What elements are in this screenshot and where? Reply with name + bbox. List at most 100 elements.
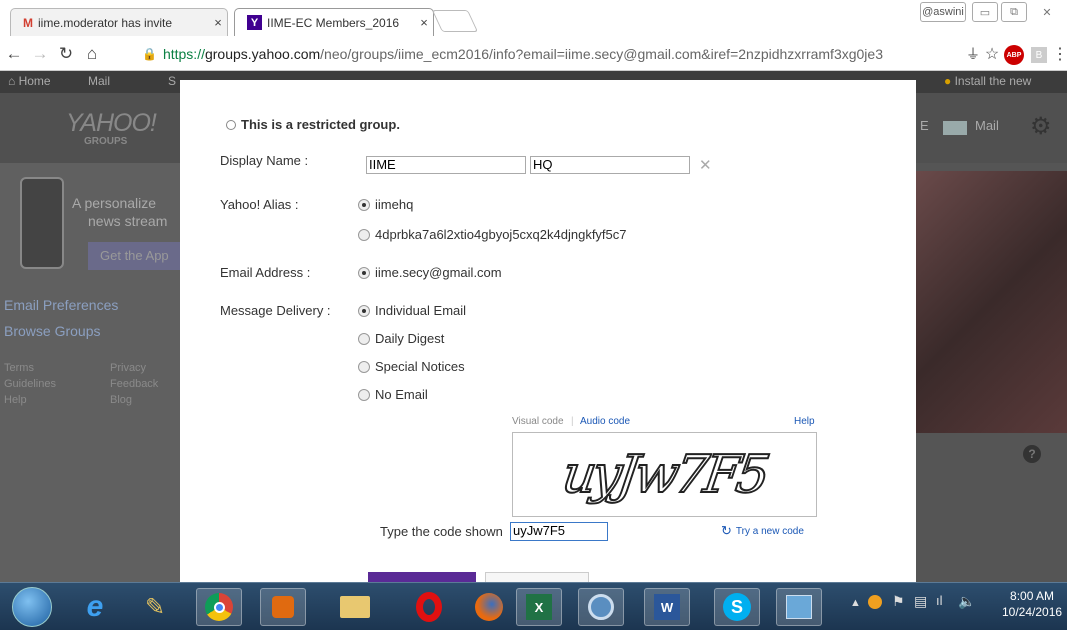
mail-icon[interactable] — [943, 121, 967, 135]
footer-feedback[interactable]: Feedback — [110, 376, 158, 392]
clock-date: 10/24/2016 — [1002, 605, 1063, 619]
captcha-input[interactable]: uyJw7F5 — [510, 522, 608, 541]
radio-icon — [358, 332, 370, 345]
minimize-icon[interactable]: ▭ — [972, 2, 998, 22]
left-sidebar: A personalize news stream Get the App Em… — [0, 163, 180, 583]
restricted-text: This is a restricted group. — [241, 117, 400, 132]
type-code-label: Type the code shown — [380, 524, 503, 539]
alias-option-label: 4dprbka7a6l2xtio4gbyoj5cxq2k4djngkfyf5c7 — [375, 227, 627, 242]
captcha-help-link[interactable]: Help — [794, 416, 815, 427]
opera-icon[interactable] — [406, 588, 452, 626]
gmail-icon: M — [23, 15, 33, 30]
email-option[interactable]: iime.secy@gmail.com — [358, 265, 502, 280]
clear-name-icon[interactable]: ✕ — [699, 156, 712, 174]
url-bar[interactable]: 🔒 https://groups.yahoo.com/neo/groups/ii… — [142, 42, 954, 66]
visual-code-tab[interactable]: Visual code — [512, 416, 564, 427]
delivery-none[interactable]: No Email — [358, 387, 428, 402]
footer-help[interactable]: Help — [4, 392, 56, 408]
clock[interactable]: 8:00 AM 10/24/2016 — [1002, 588, 1062, 620]
adblock-icon[interactable]: ABP — [1004, 45, 1024, 65]
signal-icon[interactable]: ıl — [936, 593, 943, 608]
start-button[interactable] — [12, 587, 52, 627]
alias-option-1[interactable]: iimehq — [358, 197, 413, 212]
chrome-2-icon[interactable] — [578, 588, 624, 626]
nav-s[interactable]: S — [168, 74, 176, 88]
media-player-icon[interactable] — [260, 588, 306, 626]
footer-terms[interactable]: Terms — [4, 360, 56, 376]
nav-home[interactable]: ⌂ Home — [8, 74, 51, 88]
delivery-special[interactable]: Special Notices — [358, 359, 465, 374]
tab-gmail[interactable]: M iime.moderator has invite × — [10, 8, 228, 36]
firefox-icon[interactable] — [466, 588, 512, 626]
close-tab-icon[interactable]: × — [415, 15, 433, 30]
close-window-icon[interactable]: ✕ — [1032, 2, 1062, 22]
browser-tab-bar: M iime.moderator has invite × Y IIME-EC … — [0, 0, 1067, 36]
header-mail[interactable]: Mail — [975, 118, 999, 133]
radio-selected-icon — [358, 304, 370, 317]
tray-app-icon[interactable] — [868, 595, 882, 609]
footer-privacy[interactable]: Privacy — [110, 360, 158, 376]
delivery-digest[interactable]: Daily Digest — [358, 331, 444, 346]
action-center-icon[interactable]: ⚑ — [892, 593, 905, 610]
new-tab-button[interactable] — [431, 10, 479, 32]
alias-option-2[interactable]: 4dprbka7a6l2xtio4gbyoj5cxq2k4djngkfyf5c7 — [358, 227, 627, 242]
show-hidden-icons[interactable]: ▲ — [850, 597, 861, 609]
join-group-dialog: This is a restricted group. Display Name… — [180, 80, 916, 602]
restore-icon[interactable]: ⧉ — [1001, 2, 1027, 22]
try-new-code[interactable]: ↻ Try a new code — [721, 523, 804, 539]
paint-icon[interactable]: ✎ — [132, 588, 178, 626]
tab-title: iime.moderator has invite — [38, 15, 173, 30]
cover-photo — [916, 171, 1067, 433]
radio-icon — [358, 228, 370, 241]
browse-groups-link[interactable]: Browse Groups — [4, 323, 100, 339]
delivery-individual[interactable]: Individual Email — [358, 303, 466, 318]
nav-install[interactable]: ● Install the new — [944, 74, 1031, 88]
network-icon[interactable]: ▤ — [914, 593, 927, 610]
refresh-icon: ↻ — [721, 523, 732, 538]
volume-icon[interactable]: 🔈 — [958, 593, 975, 610]
gear-icon[interactable]: ⚙ — [1030, 112, 1052, 141]
url-scheme: https:// — [162, 46, 205, 62]
footer-links-left: Terms Guidelines Help — [4, 360, 56, 408]
email-prefs-link[interactable]: Email Preferences — [4, 297, 118, 313]
internet-explorer-icon[interactable]: e — [72, 588, 118, 626]
chrome-icon[interactable] — [196, 588, 242, 626]
tab-yahoo-groups[interactable]: Y IIME-EC Members_2016 × — [234, 8, 434, 36]
right-panel: ? — [916, 163, 1067, 583]
url-host: groups.yahoo.com — [204, 46, 321, 62]
menu-icon[interactable]: ⋮ — [1050, 44, 1067, 64]
captcha-text: uyJw7F5 — [558, 444, 771, 506]
skype-icon[interactable]: S — [714, 588, 760, 626]
word-icon[interactable]: W — [644, 588, 690, 626]
footer-links-right: Privacy Feedback Blog — [110, 360, 158, 408]
footer-blog[interactable]: Blog — [110, 392, 158, 408]
reload-icon[interactable]: ↻ — [56, 44, 76, 64]
first-name-input[interactable]: IIME — [366, 156, 526, 174]
forward-icon[interactable]: → — [30, 44, 50, 64]
page-action-icon[interactable]: ⏚ — [963, 44, 983, 64]
url-path: /neo/groups/iime_ecm2016/info?email=iime… — [320, 46, 883, 62]
alias-option-label: iimehq — [375, 197, 414, 212]
close-tab-icon[interactable]: × — [209, 15, 227, 30]
control-panel-icon[interactable] — [776, 588, 822, 626]
audio-code-link[interactable]: Audio code — [580, 416, 630, 427]
home-icon[interactable]: ⌂ — [82, 44, 102, 64]
alias-label: Yahoo! Alias : — [220, 197, 299, 212]
yahoo-logo[interactable]: YAHOO! — [66, 109, 157, 138]
nav-mail[interactable]: Mail — [88, 74, 110, 88]
back-icon[interactable]: ← — [4, 44, 24, 64]
delivery-option-label: Special Notices — [375, 359, 465, 374]
excel-icon[interactable]: X — [516, 588, 562, 626]
try-new-label: Try a new code — [735, 525, 804, 537]
file-explorer-icon[interactable] — [332, 588, 378, 626]
radio-icon — [358, 388, 370, 401]
footer-guidelines[interactable]: Guidelines — [4, 376, 56, 392]
help-icon[interactable]: ? — [1023, 445, 1041, 463]
email-label: Email Address : — [220, 265, 311, 280]
bookmark-star-icon[interactable]: ☆ — [982, 44, 1002, 64]
phone-image — [20, 177, 64, 269]
last-name-input[interactable]: HQ — [530, 156, 690, 174]
get-app-button[interactable]: Get the App — [88, 242, 180, 270]
extension-b-icon[interactable]: B — [1031, 47, 1047, 63]
profile-button[interactable]: @aswini — [920, 2, 966, 22]
